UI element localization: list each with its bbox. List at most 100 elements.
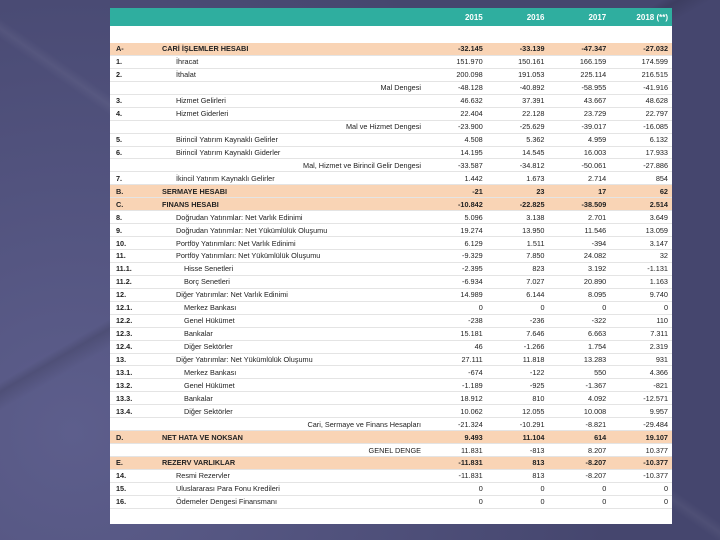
value-cell: -27.886: [643, 160, 668, 170]
row-label: NET HATA VE NOKSAN: [162, 432, 243, 442]
value-cell: 813: [532, 458, 545, 468]
value-cell: 931: [655, 354, 668, 364]
value-cell: -1.131: [647, 264, 668, 274]
value-cell: 22.404: [460, 109, 483, 119]
value-cell: 1.163: [649, 277, 668, 287]
row-code: D.: [116, 432, 124, 442]
row-label: Birincil Yatırım Kaynaklı Gelirler: [176, 135, 278, 145]
value-cell: -1.367: [585, 380, 607, 390]
value-cell: -50.061: [581, 160, 607, 170]
row-label: Doğrudan Yatırımlar: Net Varlık Edinimi: [176, 212, 303, 222]
table-body: A- CARİ İŞLEMLER HESABI -32.145 -33.139 -47.…: [110, 43, 672, 509]
row-code: 13.3.: [116, 393, 133, 403]
row-code: 12.1.: [116, 303, 133, 313]
table-row: 1. İhracat 151.970 150.161 166.159 174.599: [110, 56, 672, 69]
value-cell: 6.144: [526, 290, 545, 300]
value-cell: 22.128: [522, 109, 545, 119]
value-cell: -1.189: [462, 380, 483, 390]
value-cell: -238: [468, 316, 483, 326]
row-code: 14.: [116, 471, 127, 481]
value-cell: -10.842: [458, 199, 483, 209]
table-row: GENEL DENGE 11.831 -813 8.207 10.377: [110, 444, 672, 457]
value-cell: 0: [602, 484, 607, 494]
value-cell: 3.138: [526, 212, 545, 222]
value-cell: 0: [478, 497, 483, 507]
value-cell: 62: [659, 186, 668, 196]
row-label: Diğer Yatırımlar: Net Yükümlülük Oluşumu: [176, 354, 313, 364]
value-cell: -10.291: [519, 419, 545, 429]
value-cell: 550: [594, 367, 607, 377]
value-cell: 10.062: [460, 406, 483, 416]
value-cell: 0: [602, 497, 607, 507]
value-cell: 823: [532, 264, 545, 274]
value-cell: 4.366: [649, 367, 668, 377]
row-label: Cari, Sermaye ve Finans Hesapları: [307, 419, 421, 429]
value-cell: 15.181: [460, 329, 483, 339]
table-row: 8. Doğrudan Yatırımlar: Net Varlık Edinim…: [110, 211, 672, 225]
value-cell: 174.599: [641, 57, 668, 67]
row-label: Merkez Bankası: [184, 367, 237, 377]
value-cell: -47.347: [581, 44, 607, 54]
value-cell: -41.916: [643, 83, 668, 93]
row-code: 7.: [116, 173, 123, 183]
row-label: Borç Senetleri: [184, 277, 230, 287]
value-cell: 813: [532, 471, 545, 481]
row-code: 13.1.: [116, 367, 133, 377]
year-header: 2018 (**): [636, 12, 668, 22]
table-row: D. NET HATA VE NOKSAN 9.493 11.104 614 19.107: [110, 431, 672, 445]
table-row: 7. İkincil Yatırım Kaynaklı Gelirler 1.442…: [110, 172, 672, 186]
table-row: 12.3. Bankalar 15.181 7.646 6.663 7.311: [110, 328, 672, 341]
value-cell: 10.008: [583, 406, 607, 416]
value-cell: 14.989: [460, 290, 483, 300]
value-cell: 6.129: [464, 238, 483, 248]
value-cell: 14.195: [460, 147, 483, 157]
table-row: 12.2. Genel Hükümet -238 -236 -322 110: [110, 315, 672, 328]
row-code: 15.: [116, 484, 127, 494]
value-cell: 810: [532, 393, 545, 403]
value-cell: 37.391: [522, 96, 545, 106]
value-cell: -322: [591, 316, 607, 326]
row-code: 12.3.: [116, 329, 133, 339]
row-code: 11.1.: [116, 264, 132, 274]
value-cell: 16.003: [583, 147, 607, 157]
value-cell: -9.329: [462, 251, 483, 261]
table-row: 10. Portföy Yatırımları: Net Varlık Edini…: [110, 237, 672, 250]
table-row: 3. Hizmet Gelirleri 46.632 37.391 43.667 48.6…: [110, 95, 672, 108]
value-cell: 11.546: [584, 225, 607, 235]
value-cell: -33.139: [519, 44, 545, 54]
value-cell: 110: [656, 316, 668, 326]
row-label: Resmi Rezervler: [176, 471, 230, 481]
table-row: 13. Diğer Yatırımlar: Net Yükümlülük Oluş…: [110, 354, 672, 367]
value-cell: 13.059: [645, 225, 668, 235]
value-cell: 13.283: [583, 354, 607, 364]
value-cell: 1.511: [526, 238, 545, 248]
value-cell: -813: [529, 445, 545, 455]
value-cell: 18.912: [460, 393, 483, 403]
value-cell: 2.514: [649, 199, 668, 209]
value-cell: 43.667: [583, 96, 607, 106]
row-code: 3.: [116, 96, 123, 106]
value-cell: -6.934: [462, 277, 483, 287]
value-cell: 3.147: [649, 238, 668, 248]
year-header: 2016: [526, 12, 545, 22]
row-label: FINANS HESABI: [162, 199, 219, 209]
row-code: 5.: [116, 135, 123, 145]
value-cell: 0: [663, 497, 668, 507]
row-label: Ödemeler Dengesi Finansmanı: [176, 497, 277, 507]
value-cell: -925: [529, 380, 545, 390]
value-cell: -29.484: [643, 419, 668, 429]
value-cell: 4.508: [464, 135, 483, 145]
value-cell: -1.266: [523, 342, 545, 352]
value-cell: 27.111: [461, 354, 483, 364]
table-row: 4. Hizmet Giderleri 22.404 22.128 23.729 22.7…: [110, 108, 672, 121]
value-cell: 2.714: [587, 173, 607, 183]
value-cell: 225.114: [580, 70, 607, 80]
value-cell: -21.324: [458, 419, 483, 429]
value-cell: -10.377: [643, 458, 668, 468]
value-cell: 1.442: [464, 173, 483, 183]
value-cell: 8.207: [587, 445, 607, 455]
value-cell: 0: [540, 303, 545, 313]
row-code: 11.2.: [116, 277, 132, 287]
row-code: 6.: [116, 147, 123, 157]
value-cell: 8.095: [587, 290, 607, 300]
